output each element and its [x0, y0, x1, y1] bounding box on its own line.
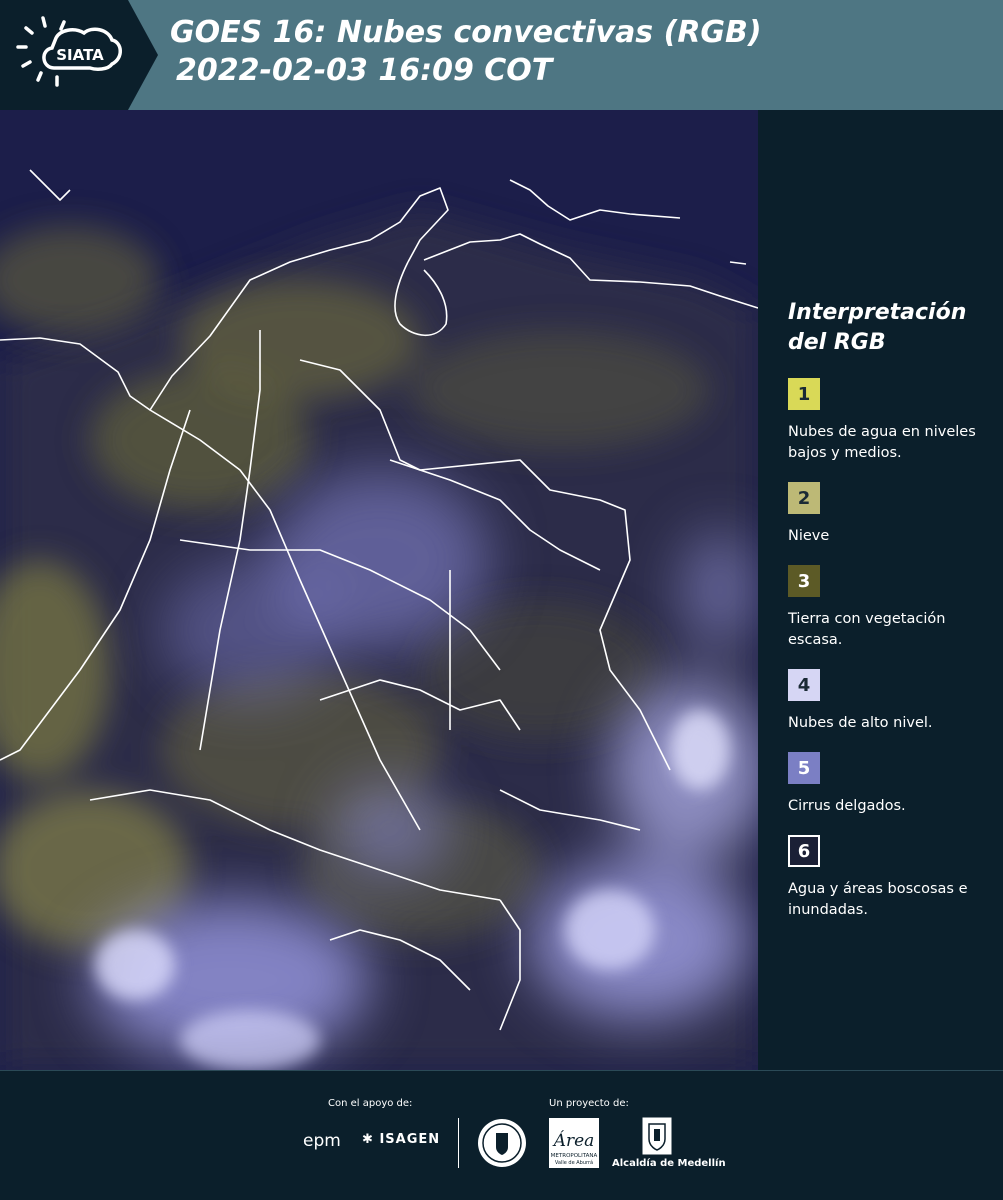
legend-swatch-4: 4 — [788, 669, 820, 701]
legend-number-4: 4 — [797, 674, 811, 696]
area-metropolitana-logo: Área METROPOLITANA Valle de Aburrá — [549, 1118, 599, 1168]
legend-item-1: 1 Nubes de agua en niveles bajos y medio… — [788, 378, 993, 464]
legend-item-3: 3 Tierra con vegetación escasa. — [788, 565, 993, 651]
legend-item-2: 2 Nieve — [788, 482, 993, 547]
legend-number-6: 6 — [797, 840, 811, 862]
epm-logo: epm — [303, 1131, 341, 1151]
footer-separator — [458, 1118, 459, 1168]
medellin-seal-icon — [478, 1119, 526, 1167]
legend-label-2: Nieve — [788, 528, 830, 544]
alcaldia-shield-icon — [642, 1117, 672, 1155]
legend-item-4: 4 Nubes de alto nivel. — [788, 669, 993, 734]
legend-number-2: 2 — [797, 487, 811, 509]
legend-label-5: Cirrus delgados. — [788, 798, 906, 814]
legend-item-6: 6 Agua y áreas boscosas e inundadas. — [788, 835, 993, 921]
support-label: Con el apoyo de: — [328, 1098, 413, 1109]
legend-title: Interpretación del RGB — [788, 298, 993, 358]
legend-swatch-5: 5 — [788, 752, 820, 784]
isagen-logo: ✱ ISAGEN — [362, 1132, 440, 1147]
legend-swatch-6: 6 — [788, 835, 820, 867]
legend-number-1: 1 — [797, 383, 811, 405]
isagen-logo-text: ISAGEN — [379, 1132, 441, 1147]
rgb-legend: Interpretación del RGB 1 Nubes de agua e… — [788, 298, 993, 939]
siata-logo-text: SIATA — [56, 46, 104, 64]
legend-item-5: 5 Cirrus delgados. — [788, 752, 993, 817]
satellite-map[interactable] — [0, 110, 758, 1070]
siata-logo-icon: SIATA — [0, 0, 158, 110]
page-title: GOES 16: Nubes convectivas (RGB) 2022-02… — [170, 14, 762, 90]
title-line-1: GOES 16: Nubes convectivas (RGB) — [170, 15, 762, 50]
legend-label-4: Nubes de alto nivel. — [788, 715, 933, 731]
area-logo-subtext-2: Valle de Aburrá — [555, 1159, 593, 1166]
legend-label-1: Nubes de agua en niveles bajos y medios. — [788, 424, 976, 461]
legend-number-3: 3 — [797, 570, 811, 592]
legend-title-line-2: del RGB — [788, 330, 886, 355]
legend-number-5: 5 — [797, 757, 811, 779]
legend-swatch-2: 2 — [788, 482, 820, 514]
area-logo-subtext: METROPOLITANA — [551, 1153, 598, 1159]
header-bar: SIATA GOES 16: Nubes convectivas (RGB) 2… — [0, 0, 1003, 110]
legend-label-6: Agua y áreas boscosas e inundadas. — [788, 881, 968, 918]
footer-divider — [0, 1070, 1003, 1071]
title-line-2: 2022-02-03 16:09 COT — [176, 53, 553, 88]
project-label: Un proyecto de: — [549, 1098, 629, 1109]
satellite-map-icon — [0, 110, 758, 1070]
isagen-star-icon: ✱ — [362, 1132, 374, 1147]
area-logo-text: Área — [552, 1130, 595, 1151]
legend-title-line-1: Interpretación — [788, 300, 967, 325]
legend-swatch-1: 1 — [788, 378, 820, 410]
legend-swatch-3: 3 — [788, 565, 820, 597]
legend-label-3: Tierra con vegetación escasa. — [788, 611, 946, 648]
siata-logo: SIATA — [0, 0, 158, 110]
alcaldia-logo-text: Alcaldía de Medellín — [612, 1158, 726, 1169]
